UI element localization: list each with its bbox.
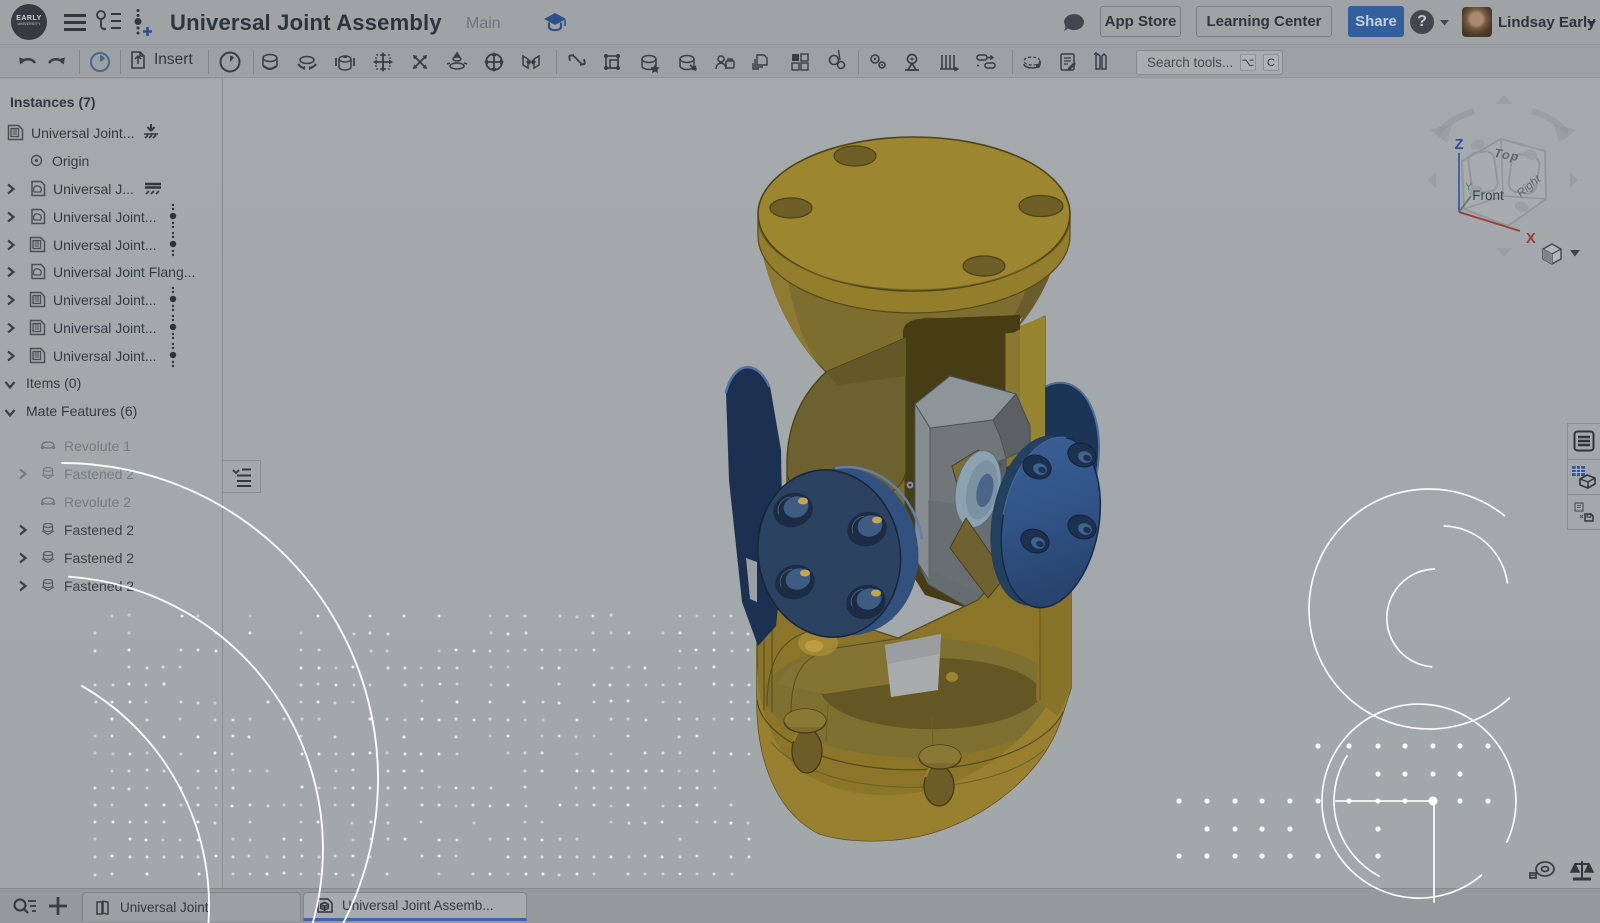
svg-text:X: X xyxy=(1526,231,1536,247)
svg-text:Y: Y xyxy=(1465,181,1473,193)
svg-text:Front: Front xyxy=(1472,188,1504,203)
svg-text:Z: Z xyxy=(1455,137,1464,153)
